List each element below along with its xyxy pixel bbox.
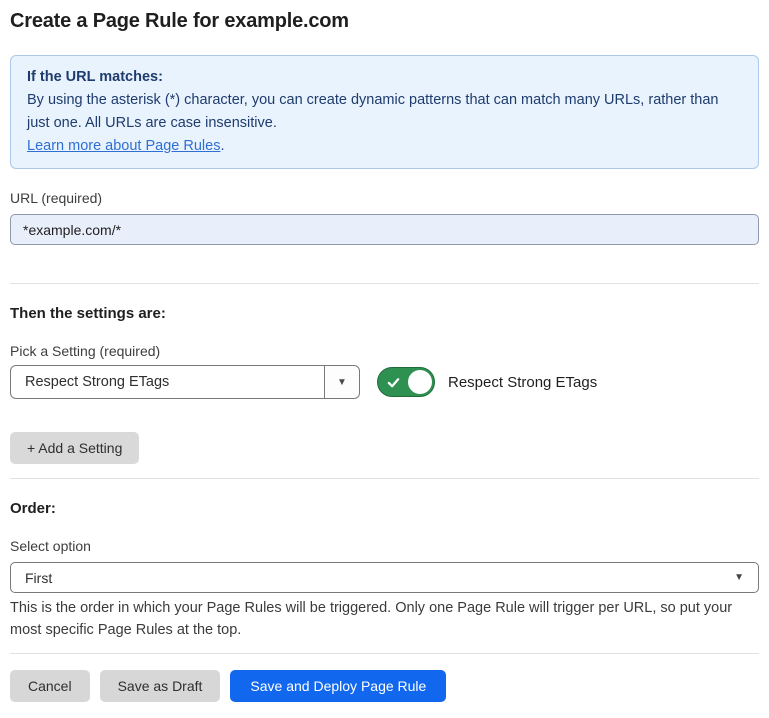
setting-select[interactable]: Respect Strong ETags ▼ (10, 365, 360, 399)
order-heading: Order: (10, 500, 759, 517)
checkmark-icon (387, 376, 400, 389)
footer-divider (10, 653, 759, 654)
url-match-info-box: If the URL matches: By using the asteris… (10, 55, 759, 169)
url-input[interactable] (10, 214, 759, 245)
info-box-heading: If the URL matches: (27, 66, 742, 89)
info-box-link-line: Learn more about Page Rules. (27, 135, 742, 158)
section-divider (10, 283, 759, 284)
setting-toggle[interactable] (377, 367, 435, 397)
link-suffix: . (220, 138, 224, 154)
chevron-down-icon: ▼ (734, 572, 744, 583)
page-title: Create a Page Rule for example.com (10, 10, 759, 33)
section-divider (10, 478, 759, 479)
save-as-draft-button[interactable]: Save as Draft (100, 670, 221, 702)
page-rule-form: Create a Page Rule for example.com If th… (0, 0, 769, 718)
order-select[interactable]: First ▼ (10, 562, 759, 593)
footer-actions: Cancel Save as Draft Save and Deploy Pag… (10, 670, 759, 702)
toggle-label: Respect Strong ETags (448, 374, 597, 391)
setting-select-value: Respect Strong ETags (11, 366, 324, 398)
order-select-label: Select option (10, 538, 759, 554)
order-help-text: This is the order in which your Page Rul… (10, 597, 759, 641)
url-field-label: URL (required) (10, 190, 759, 206)
cancel-button[interactable]: Cancel (10, 670, 90, 702)
toggle-knob (408, 370, 432, 394)
pick-setting-label: Pick a Setting (required) (10, 343, 759, 359)
save-and-deploy-button[interactable]: Save and Deploy Page Rule (230, 670, 446, 702)
add-setting-button[interactable]: + Add a Setting (10, 432, 139, 464)
learn-more-link[interactable]: Learn more about Page Rules (27, 138, 220, 154)
order-select-value: First (25, 570, 734, 586)
info-box-body: By using the asterisk (*) character, you… (27, 89, 742, 135)
settings-heading: Then the settings are: (10, 305, 759, 322)
chevron-down-icon: ▼ (324, 366, 359, 398)
setting-row: Respect Strong ETags ▼ Respect Strong ET… (10, 365, 759, 399)
